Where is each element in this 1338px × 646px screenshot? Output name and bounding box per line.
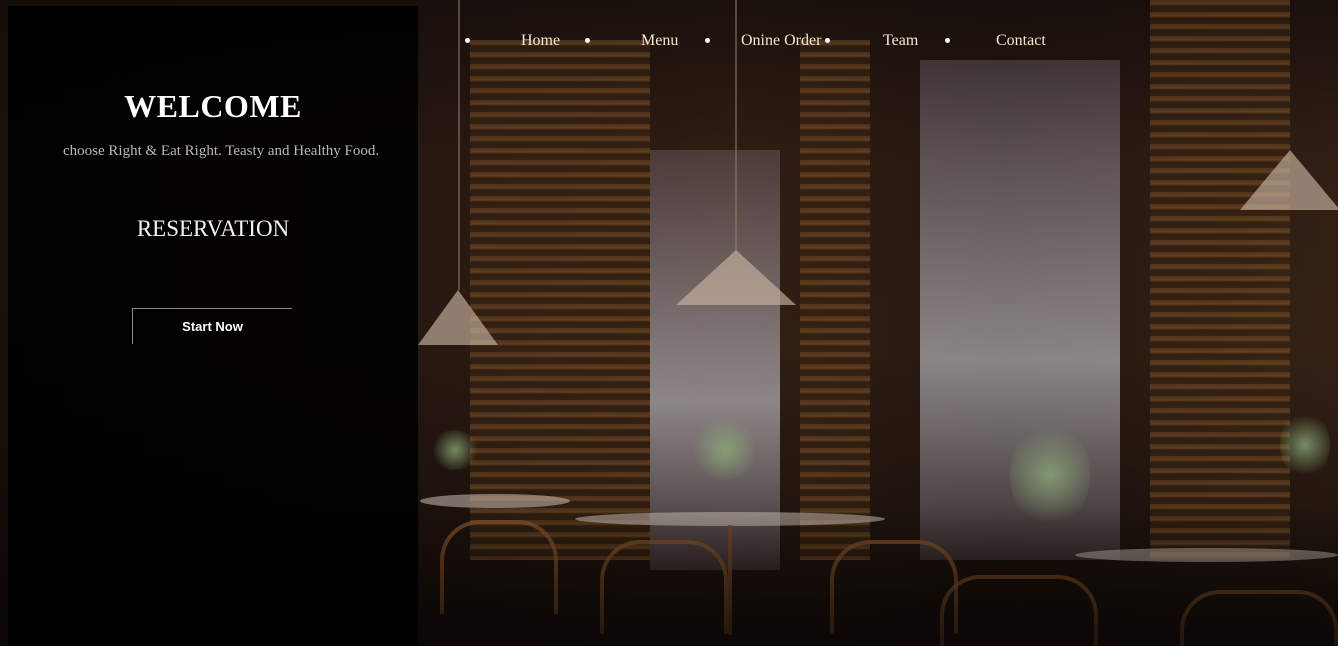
nav-item-online-order[interactable]: Onine Order xyxy=(741,28,821,54)
welcome-title: WELCOME xyxy=(124,88,302,124)
start-now-button[interactable]: Start Now xyxy=(132,308,292,344)
wall-panel xyxy=(800,40,870,560)
pendant-lamp xyxy=(418,290,498,345)
plant xyxy=(1280,410,1330,480)
pendant-lamp xyxy=(676,250,796,305)
main-nav: Home Menu Onine Order Team Contact xyxy=(440,28,1080,54)
nav-item-contact[interactable]: Contact xyxy=(996,28,1046,54)
wall-panel xyxy=(1150,0,1290,560)
nav-bullet-icon xyxy=(825,38,830,43)
reservation-heading: RESERVATION xyxy=(136,216,290,241)
nav-item-team[interactable]: Team xyxy=(883,28,918,54)
nav-bullet-icon xyxy=(585,38,590,43)
page: Home Menu Onine Order Team Contact WELCO… xyxy=(0,0,1338,646)
nav-item-home[interactable]: Home xyxy=(521,28,560,54)
tagline: choose Right & Eat Right. Teasty and Hea… xyxy=(63,143,380,159)
nav-bullet-icon xyxy=(945,38,950,43)
nav-item-menu[interactable]: Menu xyxy=(641,28,678,54)
plant xyxy=(690,420,760,480)
nav-bullet-icon xyxy=(705,38,710,43)
nav-bullet-icon xyxy=(465,38,470,43)
wall-panel xyxy=(560,40,650,560)
pendant-lamp xyxy=(1240,150,1338,210)
welcome-panel: WELCOME choose Right & Eat Right. Teasty… xyxy=(8,6,418,646)
plant xyxy=(430,430,480,470)
